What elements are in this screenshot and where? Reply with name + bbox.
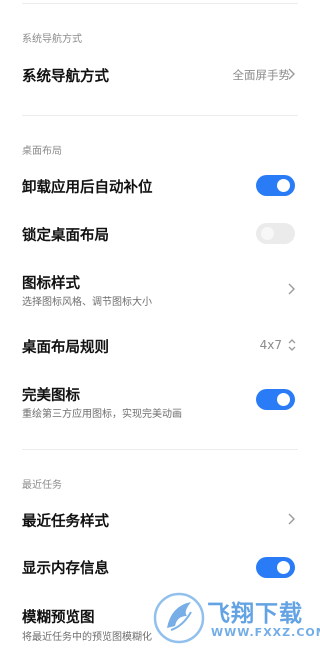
- toggle-switch[interactable]: [256, 175, 295, 196]
- chevron-right-icon: [288, 68, 295, 80]
- row-perfect-icons[interactable]: 完美图标 重绘第三方应用图标，实现完美动画: [0, 378, 320, 428]
- toggle-knob: [277, 561, 290, 574]
- section-divider: [22, 449, 298, 450]
- row-subtitle: 重绘第三方应用图标，实现完美动画: [22, 409, 182, 420]
- row-title: 锁定桌面布局: [22, 228, 109, 244]
- toggle-switch[interactable]: [256, 557, 295, 578]
- row-recent-tasks-style[interactable]: 最近任务样式: [0, 500, 320, 540]
- toggle-switch[interactable]: [256, 223, 295, 244]
- row-title: 系统导航方式: [22, 69, 109, 85]
- row-desktop-layout-rules[interactable]: 桌面布局规则 4x7: [0, 326, 320, 366]
- row-title: 模糊预览图: [22, 610, 95, 626]
- toggle-knob: [277, 393, 290, 406]
- row-title: 图标样式: [22, 276, 80, 292]
- watermark-logo: 飞翔下载 WWW.FXXZ.COM: [153, 582, 320, 651]
- section-header-recents: 最近任务: [22, 480, 62, 491]
- watermark-brand: 飞翔下载: [207, 601, 303, 627]
- chevron-right-icon: [288, 283, 295, 295]
- row-icon-style[interactable]: 图标样式 选择图标风格、调节图标大小: [0, 266, 320, 314]
- row-value: 全面屏手势: [232, 68, 291, 82]
- toggle-switch[interactable]: [256, 389, 295, 410]
- row-title: 桌面布局规则: [22, 340, 109, 356]
- chevron-right-icon: [288, 513, 295, 525]
- toggle-knob: [277, 179, 290, 192]
- top-divider: [22, 3, 298, 4]
- row-subtitle: 选择图标风格、调节图标大小: [22, 297, 152, 308]
- row-system-navigation[interactable]: 系统导航方式 全面屏手势: [0, 55, 320, 95]
- toggle-knob: [261, 227, 274, 240]
- watermark-url: WWW.FXXZ.COM: [211, 626, 320, 639]
- section-header-desktop: 桌面布局: [22, 146, 62, 157]
- chevron-up-down-icon: [288, 339, 296, 351]
- row-subtitle: 将最近任务中的预览图模糊化: [22, 632, 152, 643]
- row-lock-desktop-layout[interactable]: 锁定桌面布局: [0, 214, 320, 254]
- row-auto-fill-after-uninstall[interactable]: 卸载应用后自动补位: [0, 166, 320, 206]
- row-title: 完美图标: [22, 388, 80, 404]
- section-header-navigation: 系统导航方式: [22, 34, 82, 45]
- section-divider: [22, 115, 298, 116]
- row-title: 显示内存信息: [22, 561, 109, 577]
- row-title: 卸载应用后自动补位: [22, 180, 153, 196]
- row-title: 最近任务样式: [22, 514, 109, 530]
- row-value: 4x7: [259, 338, 282, 352]
